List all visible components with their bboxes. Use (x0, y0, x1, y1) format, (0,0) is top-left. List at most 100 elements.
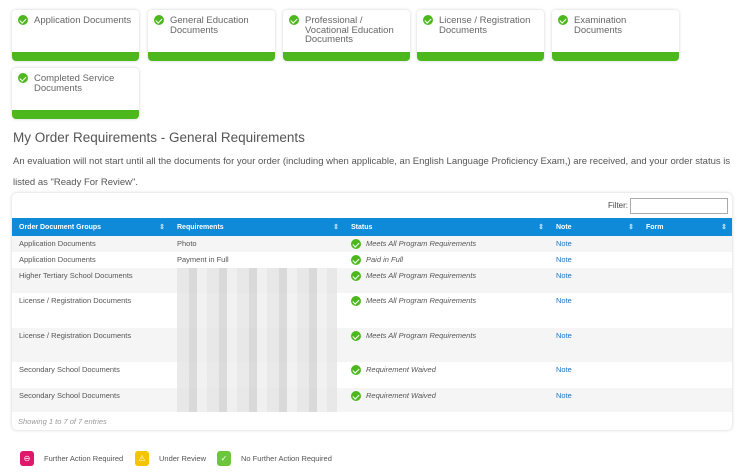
form-cell (639, 362, 732, 388)
status-cell: Requirement Waived (344, 362, 549, 388)
check-icon (351, 331, 361, 342)
progress-bar (148, 52, 275, 61)
legend-under-review: ⚠ Under Review (135, 451, 206, 466)
group-cell: Application Documents (19, 255, 96, 265)
note-cell: Note (549, 252, 639, 268)
check-icon (351, 271, 361, 282)
requirements-table: Order Document Groups ⇕ Requirements ⇕ Sta… (12, 218, 732, 413)
sort-icon: ⇕ (538, 224, 544, 231)
legend-further-action: ⊖ Further Action Required (20, 451, 123, 466)
check-icon (18, 73, 28, 83)
note-link[interactable]: Note (556, 271, 572, 280)
redacted-image (177, 328, 337, 363)
check-icon (18, 15, 28, 25)
check-icon (351, 391, 361, 402)
intro-text: An evaluation will not start until all t… (13, 156, 731, 188)
requirement-cell: Photo (170, 236, 344, 253)
card-label: Professional / Vocational Education Docu… (305, 15, 394, 45)
card-label: General Education Documents (170, 15, 249, 36)
sort-icon: ⇕ (159, 224, 165, 231)
status-cell: Meets All Program Requirements (344, 268, 549, 294)
status-cell: Meets All Program Requirements (344, 236, 549, 253)
requirement-cell (170, 293, 344, 329)
minus-icon: ⊖ (20, 451, 34, 466)
check-icon (351, 239, 361, 250)
check-icon (351, 296, 361, 307)
group-cell: Application Documents (12, 236, 170, 253)
group-cell: Secondary School Documents (12, 388, 170, 413)
requirement-cell (170, 362, 344, 389)
check-icon (558, 15, 568, 25)
entries-info: Showing 1 to 7 of 7 entries (18, 417, 107, 426)
requirement-cell (170, 388, 344, 413)
check-icon (351, 255, 361, 266)
header-form[interactable]: Form ⇕ (639, 218, 732, 236)
header-groups[interactable]: Order Document Groups ⇕ (12, 218, 170, 236)
table-row: Application Documents Payment in Full Pa… (12, 252, 732, 268)
note-link[interactable]: Note (556, 391, 572, 400)
form-cell (639, 268, 732, 294)
form-cell (639, 236, 732, 253)
sort-icon: ⇕ (721, 224, 727, 231)
note-link[interactable]: Note (556, 255, 572, 264)
card-label: Application Documents (34, 15, 132, 26)
note-cell: Note (549, 236, 639, 253)
redacted-image (177, 293, 337, 329)
card-examination[interactable]: Examination Documents (552, 10, 679, 61)
card-label: License / Registration Documents (439, 15, 531, 36)
note-cell: Note (549, 388, 639, 413)
check-icon (154, 15, 164, 25)
form-cell (639, 293, 732, 328)
table-row: License / Registration Documents Meets A… (12, 293, 732, 329)
card-application-documents[interactable]: Application Documents (12, 10, 139, 61)
group-cell: License / Registration Documents (19, 296, 132, 306)
table-row: Secondary School Documents Requirement W… (12, 362, 732, 389)
progress-bar (12, 110, 139, 119)
requirement-cell (170, 328, 344, 363)
warning-icon: ⚠ (135, 451, 149, 466)
header-status[interactable]: Status ⇕ (344, 218, 549, 236)
card-label: Examination Documents (574, 15, 627, 36)
redacted-image (177, 268, 337, 294)
sort-icon: ⇕ (333, 224, 339, 231)
note-cell: Note (549, 293, 639, 328)
progress-bar (12, 52, 139, 61)
card-completed-service[interactable]: Completed Service Documents (12, 68, 139, 119)
table-row: Secondary School Documents Requirement W… (12, 388, 732, 413)
status-cell: Requirement Waived (344, 388, 549, 413)
legend-no-action: ✓ No Further Action Required (217, 451, 332, 466)
redacted-image (177, 362, 337, 389)
requirement-cell (170, 268, 344, 294)
header-requirements[interactable]: Requirements ⇕ (170, 218, 344, 236)
card-label: Completed Service Documents (34, 73, 115, 94)
filter: Filter: (608, 198, 728, 214)
note-link[interactable]: Note (556, 331, 572, 340)
progress-bar (283, 52, 410, 61)
note-link[interactable]: Note (556, 365, 572, 374)
status-cell: Paid in Full (344, 252, 549, 268)
sort-icon: ⇕ (628, 224, 634, 231)
card-license-registration[interactable]: License / Registration Documents (417, 10, 544, 61)
card-professional-education[interactable]: Professional / Vocational Education Docu… (283, 10, 410, 61)
table-row: License / Registration Documents Meets A… (12, 328, 732, 363)
note-link[interactable]: Note (556, 239, 572, 248)
redacted-image (177, 388, 337, 413)
requirements-table-container: Filter: Order Document Groups ⇕ Requireme… (12, 193, 732, 430)
requirement-cell: Payment in Full (177, 255, 229, 265)
note-link[interactable]: Note (556, 296, 572, 305)
header-note[interactable]: Note ⇕ (549, 218, 639, 236)
progress-bar (552, 52, 679, 61)
section-title: My Order Requirements - General Requirem… (13, 130, 305, 145)
check-icon (289, 15, 299, 25)
note-cell: Note (549, 328, 639, 363)
group-cell: License / Registration Documents (12, 328, 170, 363)
filter-input[interactable] (630, 198, 728, 214)
check-icon (351, 365, 361, 376)
form-cell (639, 252, 732, 268)
check-icon: ✓ (217, 451, 231, 466)
card-general-education[interactable]: General Education Documents (148, 10, 275, 61)
form-cell (639, 388, 732, 413)
check-icon (423, 15, 433, 25)
form-cell (639, 328, 732, 363)
group-cell: Secondary School Documents (19, 365, 120, 375)
